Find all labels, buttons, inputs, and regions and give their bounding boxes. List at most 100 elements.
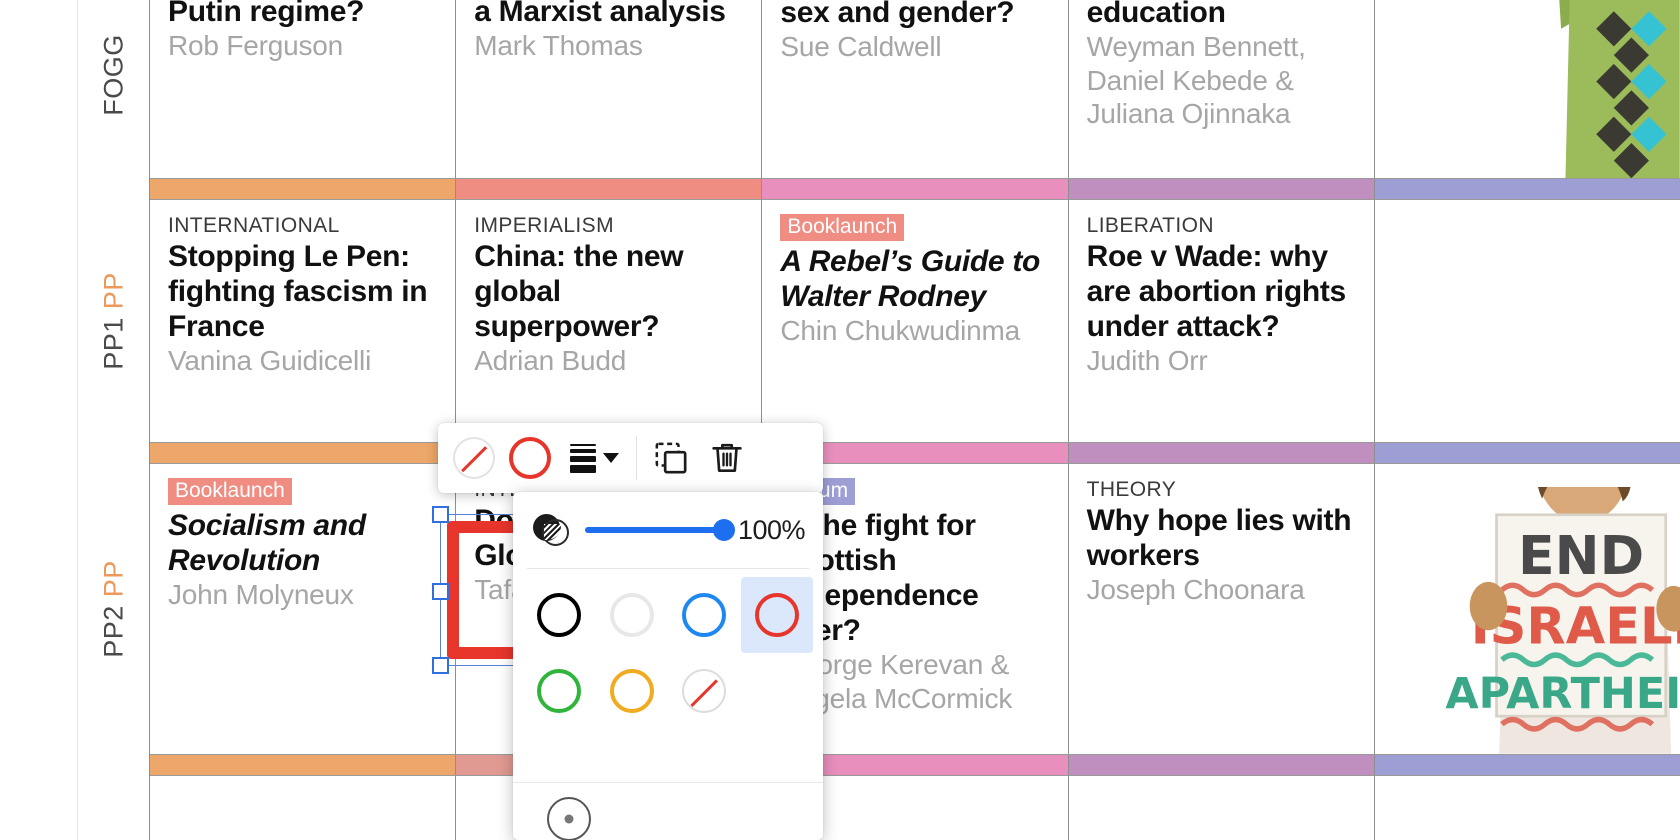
grid-row-fogg: FOGG Putin regime? Rob Ferguson a Marxis… bbox=[78, 0, 1680, 178]
row-label-pp1-text: PP1 bbox=[98, 317, 128, 370]
row-label-fogg-text: FOGG bbox=[98, 34, 128, 117]
grid-row-next bbox=[78, 776, 1680, 840]
cell-byline: Vanina Guidicelli bbox=[168, 345, 372, 377]
band-pad bbox=[78, 754, 150, 776]
cell-byline: Adrian Budd bbox=[474, 345, 627, 377]
cell-byline: Joseph Choonara bbox=[1086, 574, 1305, 606]
band-pad bbox=[78, 178, 150, 200]
grid-cell[interactable]: Booklaunch Socialism and Revolution John… bbox=[150, 464, 457, 754]
no-fill-icon bbox=[453, 437, 495, 479]
shape-format-toolbar bbox=[438, 423, 823, 493]
opacity-icon bbox=[533, 512, 571, 548]
grid-cell[interactable]: IMPERIALISM China: the new global superp… bbox=[456, 200, 763, 442]
grid-cell[interactable] bbox=[1374, 776, 1680, 840]
band-indigo bbox=[1374, 755, 1680, 775]
duplicate-button[interactable] bbox=[643, 430, 699, 486]
band-purple bbox=[1068, 755, 1375, 775]
grid-row-pp2: PP2 PP Booklaunch Socialism and Revoluti… bbox=[78, 464, 1680, 754]
cell-kicker: INTERNATIONAL bbox=[168, 214, 340, 237]
grid-cell[interactable] bbox=[1068, 776, 1375, 840]
cell-kicker: LIBERATION bbox=[1086, 214, 1214, 237]
cell-tag-booklaunch: Booklaunch bbox=[168, 478, 292, 506]
cell-headline: Roe v Wade: why are abortion rights unde… bbox=[1086, 240, 1347, 344]
cell-byline: Rob Ferguson bbox=[168, 30, 344, 62]
swatch-red[interactable] bbox=[740, 577, 813, 653]
opacity-slider-fill bbox=[585, 527, 724, 533]
cell-byline: Mark Thomas bbox=[474, 30, 643, 62]
swatch-blue-icon bbox=[682, 593, 727, 637]
row-label-pp1: PP1 PP bbox=[78, 200, 150, 442]
custom-color-picker-icon[interactable] bbox=[547, 797, 591, 840]
stroke-color-dropdown-panel: 100% bbox=[513, 492, 823, 840]
grid-cell[interactable] bbox=[1374, 200, 1680, 442]
grid-cell[interactable]: Booklaunch A Rebel’s Guide to Walter Rod… bbox=[762, 200, 1069, 442]
fill-no-color-button[interactable] bbox=[446, 430, 502, 486]
swatch-light-grey[interactable] bbox=[596, 577, 669, 653]
selection-handle-bottom-left[interactable] bbox=[432, 657, 449, 674]
cell-byline: Weyman Bennett, Daniel Kebede & Juliana … bbox=[1086, 31, 1306, 130]
selection-handle-middle-left[interactable] bbox=[432, 583, 449, 600]
svg-text:END: END bbox=[1518, 524, 1644, 587]
swatch-light-grey-icon bbox=[609, 593, 654, 637]
photo-protester-arm-raised bbox=[1559, 0, 1680, 178]
grid-cell[interactable]: END ISRAELI APARTHEID bbox=[1374, 464, 1680, 754]
swatch-blue[interactable] bbox=[668, 577, 741, 653]
photo-end-israeli-apartheid-placard: END ISRAELI APARTHEID bbox=[1445, 487, 1680, 754]
swatch-no-color[interactable] bbox=[668, 653, 741, 729]
cell-headline: Stopping Le Pen: fighting fascism in Fra… bbox=[168, 240, 428, 344]
cell-kicker: IMPERIALISM bbox=[474, 214, 614, 237]
duplicate-icon bbox=[655, 442, 687, 474]
delete-button[interactable] bbox=[699, 430, 755, 486]
opacity-row: 100% bbox=[513, 492, 823, 568]
opacity-value-label: 100% bbox=[737, 514, 806, 545]
grid-cell[interactable]: resisting racism in education Weyman Ben… bbox=[1068, 0, 1375, 178]
grid-cell[interactable] bbox=[1374, 0, 1680, 178]
row-label-next bbox=[78, 776, 150, 840]
band-purple bbox=[1068, 179, 1375, 199]
swatch-black[interactable] bbox=[523, 577, 596, 653]
grid-cell[interactable]: INTERNATIONAL Stopping Le Pen: fighting … bbox=[150, 200, 457, 442]
band-pad bbox=[78, 442, 150, 464]
grid-cell[interactable]: LIBERATION Roe v Wade: why are abortion … bbox=[1068, 200, 1375, 442]
stroke-color-button[interactable] bbox=[502, 430, 558, 486]
custom-color-footer bbox=[513, 782, 823, 840]
row-label-fogg: FOGG bbox=[78, 0, 150, 178]
toolbar-divider bbox=[636, 436, 637, 480]
grid-cell[interactable]: Putin regime? Rob Ferguson bbox=[150, 0, 457, 178]
canvas-app: { "grid": { "rows": [ { "id": "row-fogg"… bbox=[0, 0, 1680, 840]
swatch-orange[interactable] bbox=[596, 653, 669, 729]
svg-text:APARTHEID: APARTHEID bbox=[1445, 669, 1680, 719]
swatch-green[interactable] bbox=[523, 653, 596, 729]
left-scroll-gutter[interactable] bbox=[0, 0, 78, 840]
cell-headline: Putin regime? bbox=[168, 0, 365, 28]
band-strip bbox=[78, 754, 1680, 776]
toolbar-left-group bbox=[438, 423, 630, 493]
cell-byline: John Molyneux bbox=[168, 579, 354, 611]
color-swatch-grid bbox=[513, 569, 823, 739]
red-circle-icon bbox=[509, 437, 551, 479]
swatch-empty-slot bbox=[741, 653, 814, 729]
band-indigo bbox=[1374, 443, 1680, 463]
opacity-slider[interactable] bbox=[585, 519, 735, 541]
cell-byline: Judith Orr bbox=[1086, 345, 1208, 377]
selection-handle-top-left[interactable] bbox=[432, 506, 449, 523]
line-weight-button[interactable] bbox=[558, 430, 630, 486]
cell-byline: Chin Chukwudinma bbox=[780, 315, 1020, 347]
grid-cell[interactable] bbox=[150, 776, 457, 840]
row-label-pp2-text: PP2 bbox=[98, 605, 128, 658]
grid-cell[interactable]: difference between sex and gender? Sue C… bbox=[762, 0, 1069, 178]
band-strip bbox=[78, 178, 1680, 200]
cell-headline: China: the new global superpower? bbox=[474, 240, 684, 344]
swatch-red-icon bbox=[754, 593, 799, 637]
swatch-no-color-icon bbox=[682, 669, 727, 713]
grid-cell[interactable]: a Marxist analysis Mark Thomas bbox=[456, 0, 763, 178]
opacity-slider-thumb[interactable] bbox=[712, 519, 735, 541]
toolbar-right-group bbox=[643, 423, 755, 493]
trash-icon bbox=[712, 443, 742, 472]
grid-cell[interactable]: THEORY Why hope lies with workers Joseph… bbox=[1068, 464, 1375, 754]
cell-headline: resisting racism in education bbox=[1086, 0, 1226, 30]
cell-headline: a Marxist analysis bbox=[474, 0, 726, 28]
row-label-pp1-accent: PP bbox=[98, 272, 128, 310]
cell-tag-booklaunch: Booklaunch bbox=[780, 214, 905, 242]
band-orange bbox=[150, 443, 457, 463]
